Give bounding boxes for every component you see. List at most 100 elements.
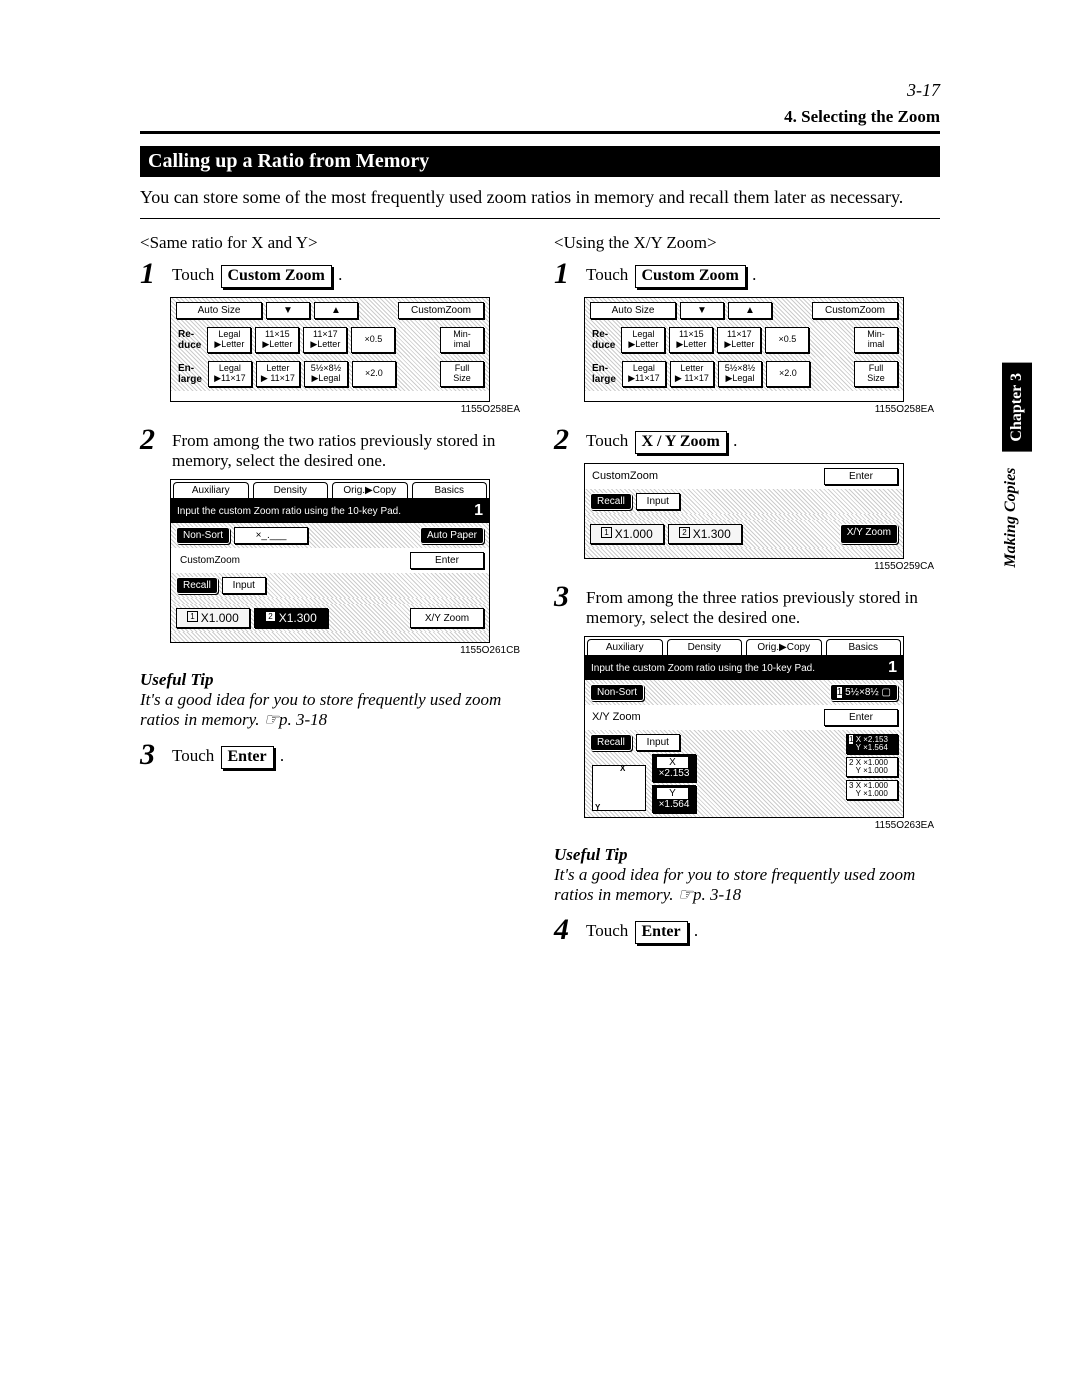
enter-button[interactable]: Enter (824, 709, 898, 726)
input-button[interactable]: Input (636, 493, 680, 510)
preset-button[interactable]: 11×15 ▶Letter (669, 327, 713, 353)
preset-button[interactable]: Full Size (854, 361, 898, 387)
tab-density[interactable]: Density (253, 482, 329, 498)
panel-message: Input the custom Zoom ratio using the 10… (591, 663, 815, 674)
preset-button[interactable]: Min- imal (854, 327, 898, 353)
image-id: 1155O258EA (140, 404, 520, 415)
image-id: 1155O261CB (140, 645, 520, 656)
preset-button[interactable]: ×0.5 (351, 327, 395, 353)
image-id: 1155O259CA (554, 561, 934, 572)
step-text: Touch (586, 921, 628, 940)
up-arrow-icon: ▲ (733, 305, 767, 316)
preset-button[interactable]: ×2.0 (352, 361, 396, 387)
lcd-panel-xy-select: CustomZoom Enter Recall Input 1X1.000 2X… (584, 463, 904, 559)
step-number: 3 (140, 740, 162, 770)
left-step-2: 2 From among the two ratios previously s… (140, 425, 526, 471)
xy-zoom-button[interactable]: X/Y Zoom (410, 608, 484, 628)
chapter-tab: Chapter 3 (1002, 363, 1032, 452)
xy-diagram-icon: X Y (592, 765, 646, 811)
custom-zoom-button[interactable]: Custom Zoom (221, 265, 332, 288)
enter-button[interactable]: Enter (824, 468, 898, 485)
right-step-3: 3 From among the three ratios previously… (554, 582, 940, 628)
memory-ratio-1[interactable]: 1X1.000 (590, 524, 664, 544)
memory-preset-1[interactable]: 1 X ×2.153 Y ×1.564 (846, 734, 898, 754)
preset-button[interactable]: Legal ▶Letter (207, 327, 251, 353)
preset-button[interactable]: 5½×8½ ▶Legal (718, 361, 762, 387)
step-number: 4 (554, 915, 576, 945)
zoom-down-button[interactable]: ▼ (680, 302, 724, 319)
useful-tip: It's a good idea for you to store freque… (554, 865, 940, 905)
memory-preset-2[interactable]: 2 X ×1.000 Y ×1.000 (846, 757, 898, 777)
paper-size-button[interactable]: 1 5½×8½ ▢ (830, 684, 898, 701)
enter-button[interactable]: Enter (635, 921, 688, 944)
tab-basics[interactable]: Basics (826, 639, 902, 655)
custom-zoom-button[interactable]: CustomZoom (812, 302, 898, 319)
lcd-panel-zoom-presets: Auto Size ▼ ▲ CustomZoom Re- duce Legal … (170, 297, 490, 402)
y-ratio-display: Y×1.564 (652, 785, 696, 813)
tab-density[interactable]: Density (667, 639, 743, 655)
non-sort-button[interactable]: Non-Sort (176, 527, 230, 544)
x-ratio-display: X×2.153 (652, 754, 696, 782)
preset-button[interactable]: 11×15 ▶Letter (255, 327, 299, 353)
recall-button[interactable]: Recall (176, 577, 218, 594)
preset-button[interactable]: Full Size (440, 361, 484, 387)
memory-ratio-2[interactable]: 2X1.300 (668, 524, 742, 544)
right-subhead: <Using the X/Y Zoom> (554, 233, 940, 253)
xy-zoom-button[interactable]: X/Y Zoom (840, 524, 898, 544)
left-column: <Same ratio for X and Y> 1 Touch Custom … (140, 233, 526, 951)
left-step-1: 1 Touch Custom Zoom . (140, 259, 526, 289)
xy-zoom-label: X/Y Zoom (590, 709, 643, 726)
step-text: From among the three ratios previously s… (586, 582, 940, 628)
auto-size-button[interactable]: Auto Size (176, 302, 262, 319)
image-id: 1155O258EA (554, 404, 934, 415)
preset-button[interactable]: Min- imal (440, 327, 484, 353)
memory-ratio-1[interactable]: 1X1.000 (176, 608, 250, 628)
tab-auxiliary[interactable]: Auxiliary (173, 482, 249, 498)
preset-button[interactable]: Legal ▶11×17 (208, 361, 252, 387)
tab-auxiliary[interactable]: Auxiliary (587, 639, 663, 655)
zoom-up-button[interactable]: ▲ (314, 302, 358, 319)
up-arrow-icon: ▲ (319, 305, 353, 316)
preset-button[interactable]: ×0.5 (765, 327, 809, 353)
preset-button[interactable]: Legal ▶11×17 (622, 361, 666, 387)
tab-basics[interactable]: Basics (412, 482, 488, 498)
zoom-down-button[interactable]: ▼ (266, 302, 310, 319)
preset-button[interactable]: Legal ▶Letter (621, 327, 665, 353)
making-copies-tab: Making Copies (1002, 464, 1032, 572)
enter-button[interactable]: Enter (410, 552, 484, 569)
preset-button[interactable]: 11×17 ▶Letter (303, 327, 347, 353)
non-sort-button[interactable]: Non-Sort (590, 684, 644, 701)
tab-orig-copy[interactable]: Orig.▶Copy (332, 482, 408, 498)
preset-button[interactable]: ×2.0 (766, 361, 810, 387)
right-step-1: 1 Touch Custom Zoom . (554, 259, 940, 289)
input-button[interactable]: Input (222, 577, 266, 594)
step-text: Touch (586, 431, 628, 450)
xy-zoom-button[interactable]: X / Y Zoom (635, 431, 727, 454)
preset-button[interactable]: 5½×8½ ▶Legal (304, 361, 348, 387)
memory-preset-3[interactable]: 3 X ×1.000 Y ×1.000 (846, 780, 898, 800)
custom-zoom-button[interactable]: CustomZoom (398, 302, 484, 319)
auto-paper-button[interactable]: Auto Paper (420, 527, 484, 544)
preset-button[interactable]: Letter ▶ 11×17 (670, 361, 714, 387)
step-number: 1 (140, 259, 162, 289)
section-heading: 4. Selecting the Zoom (140, 107, 940, 127)
copy-count: 1 (888, 659, 897, 677)
lcd-panel-zoom-presets: Auto Size ▼ ▲ CustomZoom Re- duce Legal … (584, 297, 904, 402)
right-step-4: 4 Touch Enter . (554, 915, 940, 945)
recall-button[interactable]: Recall (590, 734, 632, 751)
memory-ratio-2[interactable]: 2X1.300 (254, 608, 328, 628)
zoom-up-button[interactable]: ▲ (728, 302, 772, 319)
lcd-panel-xy-zoom: Auxiliary Density Orig.▶Copy Basics Inpu… (584, 636, 904, 818)
preset-button[interactable]: Letter ▶ 11×17 (256, 361, 300, 387)
auto-size-button[interactable]: Auto Size (590, 302, 676, 319)
recall-button[interactable]: Recall (590, 493, 632, 510)
useful-tip: It's a good idea for you to store freque… (140, 690, 526, 730)
step-text: Touch (586, 265, 628, 284)
preset-button[interactable]: 11×17 ▶Letter (717, 327, 761, 353)
enter-button[interactable]: Enter (221, 746, 274, 769)
input-button[interactable]: Input (636, 734, 680, 751)
tab-orig-copy[interactable]: Orig.▶Copy (746, 639, 822, 655)
side-tabs: Making Copies Chapter 3 (1002, 363, 1032, 572)
custom-zoom-button[interactable]: Custom Zoom (635, 265, 746, 288)
divider (140, 218, 940, 219)
